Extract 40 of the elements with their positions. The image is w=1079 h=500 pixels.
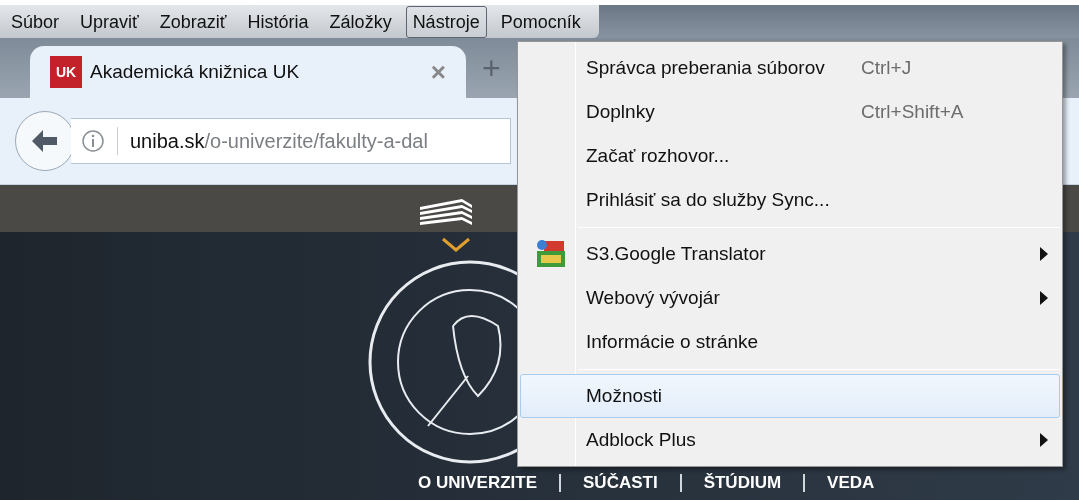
menu-item-label: Doplnky: [585, 99, 656, 124]
menu-item[interactable]: Adblock Plus: [520, 418, 1060, 462]
browser-tab[interactable]: UK Akademická knižnica UK ×: [30, 46, 466, 98]
site-nav-link[interactable]: VEDA: [827, 470, 875, 496]
site-nav-link[interactable]: O UNIVERZITE: [418, 470, 537, 496]
address-field[interactable]: uniba.sk/o-univerzite/fakulty-a-dal: [71, 118, 511, 164]
menu-item-label: Webový vývojár: [585, 285, 721, 310]
menu-bar-item[interactable]: Zobraziť: [152, 5, 234, 38]
menu-bar-item[interactable]: Pomocník: [493, 5, 588, 38]
menu-bar-item[interactable]: Upraviť: [73, 5, 146, 38]
menu-bar-item[interactable]: Súbor: [4, 5, 67, 38]
menu-item[interactable]: Začať rozhovor...: [520, 134, 1060, 178]
tab-title: Akademická knižnica UK: [90, 59, 301, 84]
left-arrow-icon: [30, 128, 60, 154]
menu-bar-item[interactable]: Záložky: [322, 5, 399, 38]
shortcut-text: Ctrl+J: [861, 55, 913, 80]
menu-item-label: Adblock Plus: [585, 427, 697, 452]
menu-item[interactable]: Informácie o stránke: [520, 320, 1060, 364]
site-nav-link[interactable]: SÚČASTI: [583, 470, 658, 496]
favicon: UK: [50, 56, 82, 88]
menu-item-label: Informácie o stránke: [585, 329, 760, 354]
shortcut-text: Ctrl+Shift+A: [861, 99, 965, 124]
building-icon: [418, 197, 474, 227]
url-text: uniba.sk/o-univerzite/fakulty-a-dal: [130, 129, 428, 154]
menu-item[interactable]: Prihlásiť sa do služby Sync...: [520, 178, 1060, 222]
menu-bar-item[interactable]: História: [240, 5, 316, 38]
info-icon[interactable]: [81, 129, 105, 153]
menu-item-label: Správca preberania súborov: [585, 55, 826, 80]
menu-item[interactable]: Doplnky Ctrl+Shift+A: [520, 90, 1060, 134]
menu-bar-item[interactable]: Nástroje: [405, 5, 487, 38]
chevron-icon: [440, 236, 472, 254]
site-nav-link[interactable]: ŠTÚDIUM: [703, 470, 782, 496]
menu-item-label: Prihlásiť sa do služby Sync...: [585, 187, 831, 212]
menu-item[interactable]: Webový vývojár: [520, 276, 1060, 320]
menu-item[interactable]: Možnosti: [520, 374, 1060, 418]
menu-item-label: Začať rozhovor...: [585, 143, 731, 168]
menu-item[interactable]: S3.Google Translator: [520, 232, 1060, 276]
menu-item[interactable]: Správca preberania súborov Ctrl+J: [520, 46, 1060, 90]
menu-item-label: S3.Google Translator: [585, 241, 767, 266]
menu-item-label: Možnosti: [585, 383, 664, 408]
